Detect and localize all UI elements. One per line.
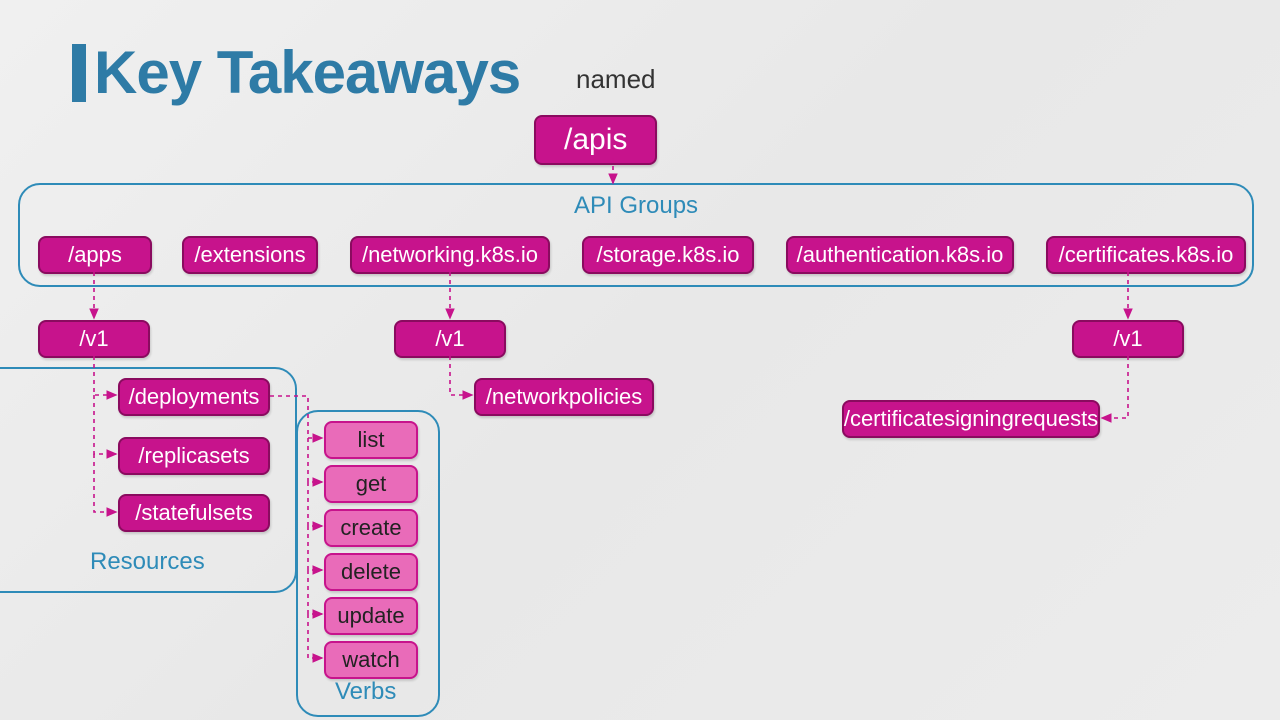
subtitle: named xyxy=(576,64,656,95)
resource-networkpolicies: /networkpolicies xyxy=(474,378,654,416)
resource-csr: /certificatesigningrequests xyxy=(842,400,1100,438)
page-title: Key Takeaways xyxy=(94,38,520,107)
verb-list: list xyxy=(324,421,418,459)
group-certificates: /certificates.k8s.io xyxy=(1046,236,1246,274)
group-networking: /networking.k8s.io xyxy=(350,236,550,274)
verb-update: update xyxy=(324,597,418,635)
resource-replicasets: /replicasets xyxy=(118,437,270,475)
version-certificates: /v1 xyxy=(1072,320,1184,358)
version-apps: /v1 xyxy=(38,320,150,358)
resource-statefulsets: /statefulsets xyxy=(118,494,270,532)
verb-watch: watch xyxy=(324,641,418,679)
title-accent-bar xyxy=(72,44,86,102)
resources-label: Resources xyxy=(90,548,205,576)
group-apps: /apps xyxy=(38,236,152,274)
group-storage: /storage.k8s.io xyxy=(582,236,754,274)
verb-create: create xyxy=(324,509,418,547)
verb-get: get xyxy=(324,465,418,503)
root-apis: /apis xyxy=(534,115,657,165)
group-authentication: /authentication.k8s.io xyxy=(786,236,1014,274)
verbs-label: Verbs xyxy=(335,678,396,706)
verb-delete: delete xyxy=(324,553,418,591)
title-block: Key Takeaways xyxy=(72,38,520,107)
connector-lines xyxy=(0,0,1280,720)
version-networking: /v1 xyxy=(394,320,506,358)
group-extensions: /extensions xyxy=(182,236,318,274)
resource-deployments: /deployments xyxy=(118,378,270,416)
api-groups-label: API Groups xyxy=(574,192,698,220)
